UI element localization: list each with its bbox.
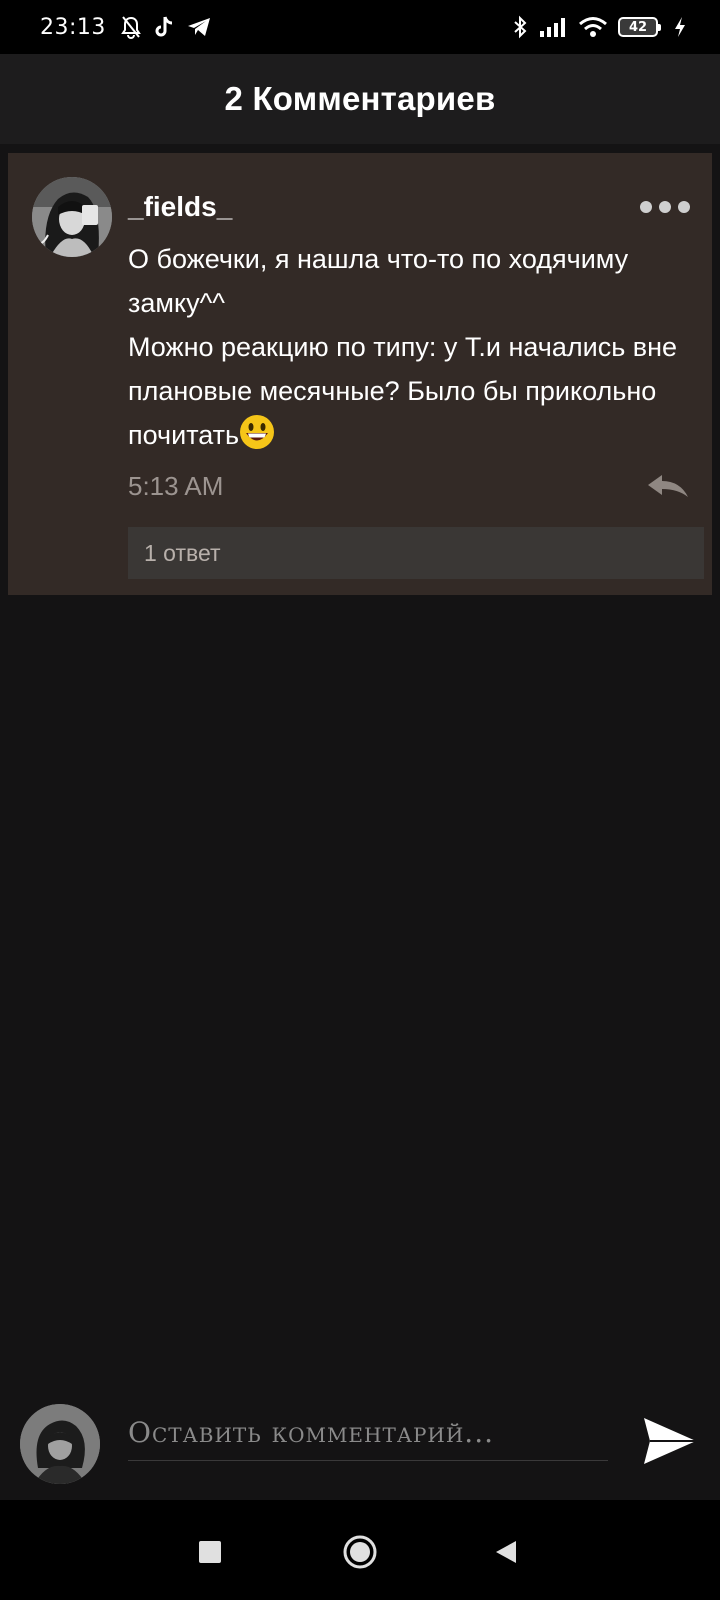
more-options-icon[interactable] [640,197,690,217]
tiktok-icon [154,15,174,39]
comment-item[interactable]: _fields_ О божечки, я нашла что-то по хо… [8,153,712,595]
home-circle-icon[interactable] [340,1532,380,1572]
status-time: 23:13 [40,14,106,40]
telegram-icon [186,16,212,38]
send-icon[interactable] [640,1414,700,1468]
replies-count-label: 1 ответ [144,539,221,566]
bluetooth-icon [512,15,528,39]
system-nav-bar [0,1500,720,1600]
comment-input[interactable] [128,1406,608,1458]
charging-icon [674,16,686,38]
user-avatar[interactable] [20,1404,100,1484]
page-title: 2 Комментариев [224,80,496,117]
wifi-icon [578,16,608,38]
recents-square-icon[interactable] [196,1538,224,1566]
reply-icon[interactable] [644,471,692,501]
input-underline [128,1460,608,1461]
muted-bell-icon [120,15,142,39]
comments-header: 2 Комментариев [0,54,720,144]
grinning-face-emoji-icon [239,414,275,450]
back-triangle-icon[interactable] [492,1538,520,1566]
view-replies-button[interactable]: 1 ответ [128,527,704,579]
avatar[interactable] [32,177,112,257]
status-bar: 23:13 42 [0,0,720,54]
comment-body: О божечки, я нашла что-то по ходячиму за… [128,244,678,450]
signal-icon [538,17,568,37]
comment-input-bar [0,1378,720,1486]
comments-screen: 23:13 42 2 Комментариев _fields_ О божеч… [0,0,720,1600]
comment-username[interactable]: _fields_ [128,191,232,223]
battery-icon: 42 [618,17,661,37]
comment-text: О божечки, я нашла что-то по ходячиму за… [128,237,698,457]
comment-timestamp: 5:13 AM [128,471,224,501]
